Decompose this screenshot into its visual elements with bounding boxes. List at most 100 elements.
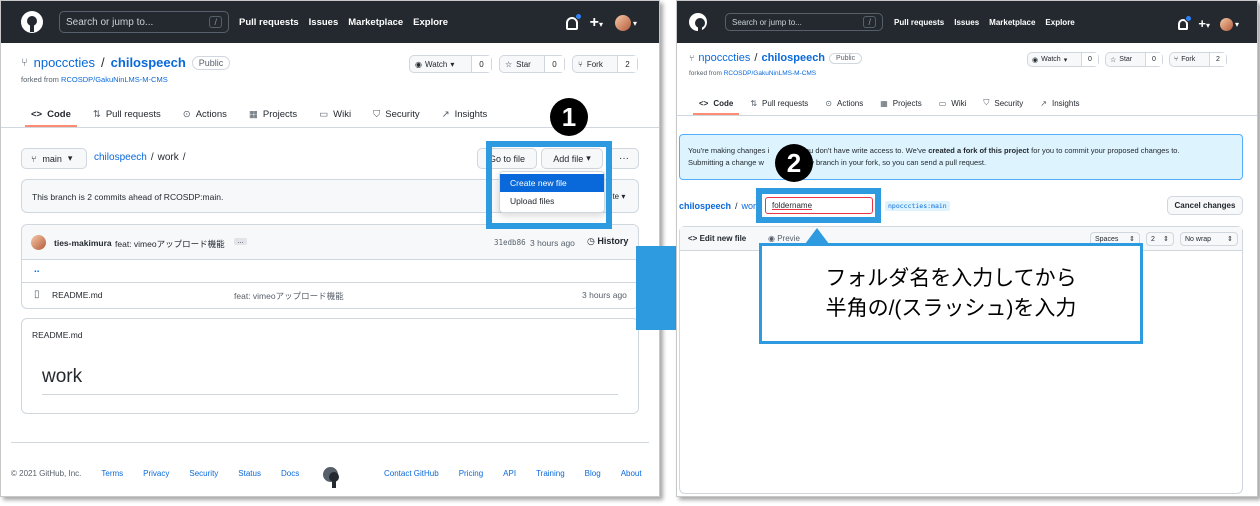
tab-actions[interactable]: ⊙ Actions	[183, 101, 227, 127]
footer-link-api[interactable]: API	[503, 469, 516, 478]
watch-button[interactable]: ◉ Watch ▾ 0	[409, 55, 492, 73]
footer-link-security[interactable]: Security	[189, 469, 218, 478]
footer-right: Contact GitHub Pricing API Training Blog…	[384, 469, 642, 478]
tab-label: Code	[47, 108, 71, 120]
fork-button[interactable]: ⑂ Fork 2	[1169, 52, 1227, 67]
star-button[interactable]: ☆ Star 0	[1105, 52, 1163, 67]
watch-button[interactable]: ◉ Watch ▾ 0	[1027, 52, 1099, 67]
commit-message[interactable]: feat: vimeoアップロード機能	[115, 238, 225, 250]
footer-link-training[interactable]: Training	[536, 469, 565, 478]
fork-label-wrap: ⑂ Fork	[1170, 56, 1209, 63]
breadcrumb: chilospeech / work /	[94, 152, 186, 163]
tab-edit-new-file[interactable]: <> Edit new file	[688, 234, 746, 243]
tab-code[interactable]: <> Code	[692, 91, 740, 115]
create-menu-button[interactable]: +▾	[590, 14, 603, 32]
chevron-down-icon: ▾	[621, 192, 626, 201]
tab-security[interactable]: ⛉ Security	[373, 101, 419, 127]
fork-button[interactable]: ⑂ Fork 2	[572, 55, 638, 73]
commit-hash[interactable]: 31edb86	[494, 238, 526, 247]
footer-link-status[interactable]: Status	[238, 469, 261, 478]
breadcrumb-repo-link[interactable]: chilospeech	[679, 201, 731, 211]
footer-link-terms[interactable]: Terms	[101, 469, 123, 478]
forked-source-link[interactable]: RCOSDP/GakuNinLMS-M-CMS	[61, 75, 168, 84]
tab-insights[interactable]: ↗ Insights	[442, 101, 488, 127]
tab-security[interactable]: ⛉ Security	[983, 91, 1023, 115]
preview-tab-label: Previe	[777, 234, 800, 243]
tab-code[interactable]: <> Code	[25, 101, 77, 127]
nav-marketplace[interactable]: Marketplace	[348, 17, 403, 28]
table-row[interactable]: ▯ README.md feat: vimeoアップロード機能 3 hours …	[22, 284, 638, 308]
bell-icon[interactable]	[1178, 14, 1193, 30]
tab-actions[interactable]: ⊙ Actions	[825, 91, 863, 115]
repo-name-link[interactable]: chilospeech	[111, 55, 186, 70]
create-menu-button[interactable]: +▾	[1198, 15, 1210, 33]
footer-link-blog[interactable]: Blog	[585, 469, 601, 478]
repo-forked-icon: ⑂	[689, 53, 695, 63]
footer-link-docs[interactable]: Docs	[281, 469, 299, 478]
repo-owner-link[interactable]: npocccties	[34, 55, 95, 70]
github-logo-icon[interactable]	[21, 11, 43, 33]
history-link[interactable]: ◷ History	[587, 236, 628, 247]
tab-wiki[interactable]: ▭ Wiki	[939, 91, 967, 115]
nav-pull-requests[interactable]: Pull requests	[239, 17, 299, 28]
step2-highlight-frame	[756, 188, 881, 223]
star-label-wrap: ☆ Star	[500, 60, 544, 69]
nav-issues[interactable]: Issues	[309, 17, 339, 28]
repo-owner-link[interactable]: npocccties	[698, 52, 750, 64]
wrap-mode-select[interactable]: No wrap ⇕	[1180, 232, 1238, 246]
tabs-divider	[677, 115, 1257, 116]
breadcrumb-repo-link[interactable]: chilospeech	[94, 152, 147, 163]
commit-author[interactable]: ties-makimura	[54, 238, 112, 248]
nav-pull-requests[interactable]: Pull requests	[894, 18, 944, 27]
commit-expand-button[interactable]: …	[234, 238, 247, 245]
ahead-text: This branch is 2 commits ahead of RCOSDP…	[32, 192, 224, 202]
table-row[interactable]: ..	[22, 261, 638, 283]
star-label-wrap: ☆ Star	[1106, 56, 1145, 64]
parent-dir-link[interactable]: ..	[34, 264, 40, 275]
repo-tabs: <> Code ⇅ Pull requests ⊙ Actions ▦ Projects…	[692, 91, 1080, 115]
branch-select-button[interactable]: ⑂ main ▾	[21, 148, 87, 169]
star-button[interactable]: ☆ Star 0	[499, 55, 565, 73]
breadcrumb-sep: /	[735, 201, 738, 211]
github-footer-logo-icon[interactable]	[323, 467, 339, 488]
tab-label: Projects	[262, 108, 298, 120]
readme-heading: work	[42, 366, 83, 387]
star-label: Star	[1119, 55, 1133, 63]
cancel-changes-button[interactable]: Cancel changes	[1167, 196, 1243, 215]
footer-link-about[interactable]: About	[621, 469, 642, 478]
search-input[interactable]: Search or jump to... /	[59, 11, 229, 33]
bell-icon[interactable]	[565, 12, 582, 30]
repo-name-link[interactable]: chilospeech	[761, 52, 825, 64]
footer-copyright: © 2021 GitHub, Inc.	[11, 469, 82, 478]
search-input[interactable]: Search or jump to... /	[725, 13, 883, 31]
user-menu-button[interactable]: ▾	[614, 15, 637, 31]
tab-projects[interactable]: ▦ Projects	[249, 101, 297, 127]
tab-pull-requests[interactable]: ⇅ Pull requests	[93, 101, 161, 127]
footer-link-privacy[interactable]: Privacy	[143, 469, 169, 478]
forked-source-link[interactable]: RCOSDP/GakuNinLMS-M-CMS	[724, 70, 816, 77]
history-icon: ◷	[587, 236, 595, 246]
footer-link-pricing[interactable]: Pricing	[459, 469, 483, 478]
tab-pull-requests[interactable]: ⇅ Pull requests	[750, 91, 808, 115]
eye-icon: ◉	[1032, 56, 1039, 64]
flash-text: for you to commit your proposed changes …	[1029, 146, 1180, 155]
tab-label: Actions	[837, 98, 864, 108]
nav-explore[interactable]: Explore	[1045, 18, 1074, 27]
global-nav: Pull requests Issues Marketplace Explore	[894, 18, 1075, 27]
tab-wiki[interactable]: ▭ Wiki	[319, 101, 351, 127]
nav-explore[interactable]: Explore	[413, 17, 448, 28]
tab-projects[interactable]: ▦ Projects	[880, 91, 921, 115]
nav-marketplace[interactable]: Marketplace	[989, 18, 1035, 27]
user-menu-button[interactable]: ▾	[1219, 17, 1239, 31]
github-logo-icon[interactable]	[689, 13, 707, 34]
file-name-link[interactable]: README.md	[52, 290, 103, 300]
forked-prefix: forked from	[21, 75, 59, 84]
indent-size-select[interactable]: 2 ⇕	[1146, 232, 1174, 246]
tab-insights[interactable]: ↗ Insights	[1040, 91, 1079, 115]
file-time: 3 hours ago	[582, 290, 627, 300]
nav-issues[interactable]: Issues	[954, 18, 979, 27]
file-commit-message[interactable]: feat: vimeoアップロード機能	[234, 290, 344, 302]
footer-link-contact[interactable]: Contact GitHub	[384, 469, 439, 478]
tab-preview[interactable]: ◉ Previe	[768, 234, 800, 243]
more-options-button[interactable]: ···	[609, 148, 639, 169]
